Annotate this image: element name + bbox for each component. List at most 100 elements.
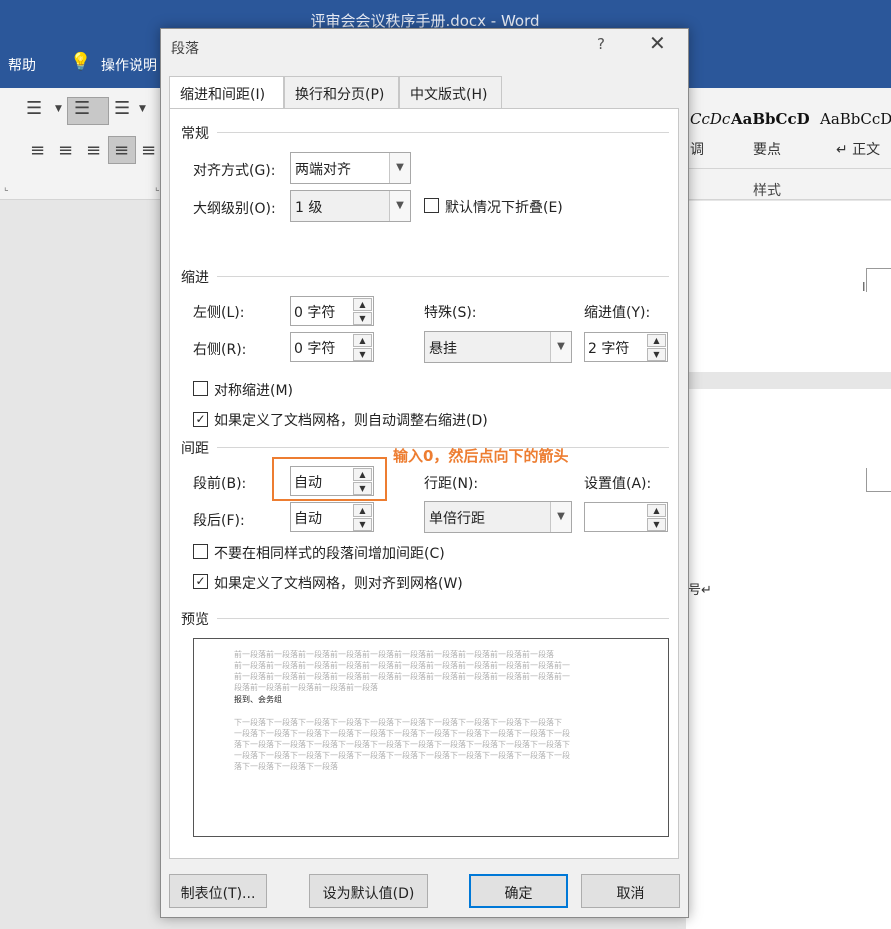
preview-line: 前一段落前一段落前一段落前一段落前一段落前一段落前一段落前一段落前一段落前一段落 bbox=[234, 650, 554, 659]
left-indent-spinner[interactable]: 0 字符 ▲ ▼ bbox=[290, 296, 374, 326]
document-page-2[interactable] bbox=[686, 389, 891, 929]
preview-box: 前一段落前一段落前一段落前一段落前一段落前一段落前一段落前一段落前一段落前一段落… bbox=[193, 638, 669, 837]
indent-divider bbox=[217, 276, 669, 277]
snap-to-grid-label: 如果定义了文档网格，则对齐到网格(W) bbox=[214, 576, 463, 592]
mirror-indent-label: 对称缩进(M) bbox=[214, 383, 294, 399]
spin-down-icon[interactable]: ▼ bbox=[353, 348, 372, 361]
left-indent-value: 0 字符 bbox=[294, 305, 336, 321]
right-indent-label: 右侧(R): bbox=[193, 342, 247, 358]
spin-up-icon[interactable]: ▲ bbox=[647, 334, 666, 347]
preview-previous-paragraph: 前一段落前一段落前一段落前一段落前一段落前一段落前一段落前一段落前一段落前一段落… bbox=[234, 649, 570, 693]
cancel-button[interactable]: 取消 bbox=[581, 874, 680, 908]
chevron-down-icon[interactable]: ▼ bbox=[550, 332, 571, 362]
auto-adjust-checkbox[interactable]: ✓ bbox=[193, 412, 208, 427]
tab-asian-typography[interactable]: 中文版式(H) bbox=[399, 76, 502, 108]
align-right-icon[interactable]: ≡ bbox=[86, 140, 101, 161]
collapse-checkbox[interactable] bbox=[424, 198, 439, 213]
preview-line: 一段落下一段落下一段落下一段落下一段落下一段落下一段落下一段落下一段落下一段落下… bbox=[234, 751, 570, 760]
special-indent-select[interactable]: 悬挂 ▼ bbox=[424, 331, 572, 363]
line-spacing-value: 单倍行距 bbox=[429, 511, 485, 527]
special-indent-label: 特殊(S): bbox=[424, 305, 477, 321]
space-before-label: 段前(B): bbox=[193, 476, 247, 492]
general-group-title: 常规 bbox=[181, 126, 209, 142]
snap-to-grid-checkbox[interactable]: ✓ bbox=[193, 574, 208, 589]
text-cursor-icon: I bbox=[862, 280, 866, 294]
dialog-title: 段落 bbox=[171, 41, 199, 57]
preview-line: 落下一段落下一段落下一段落 bbox=[234, 762, 338, 771]
paragraph-dialog-launcher-icon[interactable]: ⌞ bbox=[155, 182, 160, 193]
style-label-2: 要点 bbox=[753, 142, 781, 158]
align-left-icon[interactable]: ≡ bbox=[30, 140, 45, 161]
lightbulb-icon[interactable]: 💡 bbox=[70, 52, 91, 72]
space-after-value: 自动 bbox=[294, 511, 322, 527]
line-spacing-select[interactable]: 单倍行距 ▼ bbox=[424, 501, 572, 533]
spin-down-icon[interactable]: ▼ bbox=[647, 518, 666, 531]
spin-up-icon[interactable]: ▲ bbox=[353, 504, 372, 517]
menu-help[interactable]: 帮助 bbox=[8, 55, 36, 75]
tabs-button[interactable]: 制表位(T)... bbox=[169, 874, 267, 908]
special-indent-value: 悬挂 bbox=[429, 341, 457, 357]
spin-down-icon[interactable]: ▼ bbox=[353, 482, 372, 495]
style-sample-3[interactable]: AaBbCcDc bbox=[820, 110, 891, 128]
chevron-down-icon[interactable]: ▼ bbox=[389, 153, 410, 183]
no-space-same-style-checkbox[interactable] bbox=[193, 544, 208, 559]
justify-icon: ≡ bbox=[114, 140, 130, 161]
spin-down-icon[interactable]: ▼ bbox=[353, 518, 372, 531]
space-after-spinner[interactable]: 自动 ▲ ▼ bbox=[290, 502, 374, 532]
spin-up-icon[interactable]: ▲ bbox=[353, 468, 372, 481]
alignment-value: 两端对齐 bbox=[295, 162, 351, 178]
multilevel-dropdown-icon[interactable]: ▼ bbox=[139, 104, 146, 114]
preview-sample-paragraph: 报到、会务组 bbox=[234, 695, 282, 704]
preview-line: 段落前一段落前一段落前一段落前一段落 bbox=[234, 683, 378, 692]
align-center-icon[interactable]: ≡ bbox=[58, 140, 73, 161]
indent-group-title: 缩进 bbox=[181, 270, 209, 286]
mirror-indent-checkbox[interactable] bbox=[193, 381, 208, 396]
tab-indents-spacing[interactable]: 缩进和间距(I) bbox=[169, 76, 284, 109]
preview-line: 下一段落下一段落下一段落下一段落下一段落下一段落下一段落下一段落下一段落下一段落… bbox=[234, 718, 562, 727]
preview-line: 前一段落前一段落前一段落前一段落前一段落前一段落前一段落前一段落前一段落前一段落… bbox=[234, 661, 570, 670]
style-sample-1[interactable]: CcDc bbox=[690, 110, 730, 128]
bullets-icon[interactable]: ☰ bbox=[26, 98, 42, 119]
group-dialog-launcher-icon[interactable]: ⌞ bbox=[4, 182, 9, 193]
page-margin-marker-2 bbox=[866, 468, 891, 492]
preview-line: 前一段落前一段落前一段落前一段落前一段落前一段落前一段落前一段落前一段落前一段落… bbox=[234, 672, 570, 681]
annotation-text: 输入0，然后点向下的箭头 bbox=[393, 447, 569, 465]
ok-button[interactable]: 确定 bbox=[469, 874, 568, 908]
spin-up-icon[interactable]: ▲ bbox=[647, 504, 666, 517]
indent-by-spinner[interactable]: 2 字符 ▲ ▼ bbox=[584, 332, 668, 362]
bullets-dropdown-icon[interactable]: ▼ bbox=[55, 104, 62, 114]
style-label-1: 调 bbox=[690, 142, 704, 158]
left-indent-label: 左侧(L): bbox=[193, 305, 245, 321]
distribute-icon[interactable]: ≡ bbox=[141, 140, 156, 161]
space-before-spinner[interactable]: 自动 ▲ ▼ bbox=[290, 466, 374, 496]
right-indent-spinner[interactable]: 0 字符 ▲ ▼ bbox=[290, 332, 374, 362]
page-separator bbox=[686, 372, 891, 389]
spacing-at-spinner[interactable]: ▲ ▼ bbox=[584, 502, 668, 532]
multilevel-list-icon[interactable]: ☰ bbox=[114, 98, 130, 119]
general-divider bbox=[217, 132, 669, 133]
line-spacing-label: 行距(N): bbox=[424, 476, 479, 492]
menu-tell-me[interactable]: 操作说明 bbox=[101, 55, 157, 75]
close-icon[interactable]: ✕ bbox=[649, 31, 666, 55]
spacing-at-label: 设置值(A): bbox=[584, 476, 652, 492]
set-default-button[interactable]: 设为默认值(D) bbox=[309, 874, 428, 908]
indent-by-value: 2 字符 bbox=[588, 341, 630, 357]
document-page[interactable] bbox=[686, 201, 891, 372]
help-button[interactable]: ? bbox=[597, 35, 605, 53]
spin-down-icon[interactable]: ▼ bbox=[353, 312, 372, 325]
right-indent-value: 0 字符 bbox=[294, 341, 336, 357]
spacing-group-title: 间距 bbox=[181, 441, 209, 457]
preview-next-paragraph: 下一段落下一段落下一段落下一段落下一段落下一段落下一段落下一段落下一段落下一段落… bbox=[234, 717, 570, 772]
tab-line-page-breaks[interactable]: 换行和分页(P) bbox=[284, 76, 399, 108]
outline-level-select[interactable]: 1 级 ▼ bbox=[290, 190, 411, 222]
chevron-down-icon[interactable]: ▼ bbox=[550, 502, 571, 532]
chevron-down-icon[interactable]: ▼ bbox=[389, 191, 410, 221]
page-margin-marker bbox=[866, 268, 891, 292]
alignment-select[interactable]: 两端对齐 ▼ bbox=[290, 152, 411, 184]
spin-down-icon[interactable]: ▼ bbox=[647, 348, 666, 361]
style-sample-2[interactable]: AaBbCcD bbox=[731, 110, 810, 128]
style-label-3: ↵ 正文 bbox=[836, 142, 881, 158]
preview-divider bbox=[217, 618, 669, 619]
spin-up-icon[interactable]: ▲ bbox=[353, 298, 372, 311]
spin-up-icon[interactable]: ▲ bbox=[353, 334, 372, 347]
